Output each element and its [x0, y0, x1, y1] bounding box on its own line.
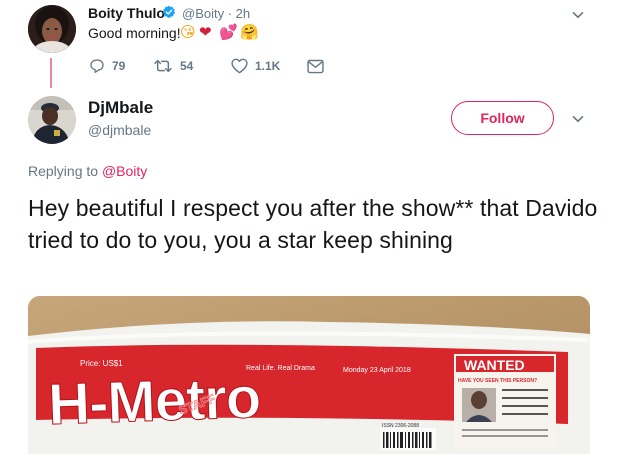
parent-tweet-text: Good morning! — [88, 25, 181, 41]
retweet-action[interactable]: 54 — [153, 58, 231, 74]
parent-action-bar: 79 54 1.1K — [89, 56, 331, 76]
wanted-title: WANTED — [464, 357, 525, 373]
reply-count: 79 — [112, 59, 126, 73]
like-count: 1.1K — [255, 59, 281, 73]
parent-author-name[interactable]: Boity Thulo — [88, 5, 165, 21]
heart-emoji: ❤ — [199, 23, 212, 41]
djmbale-avatar[interactable] — [28, 96, 76, 144]
issn-label: ISSN 2306-2088 — [382, 423, 419, 429]
follow-button[interactable]: Follow — [451, 101, 554, 135]
reply-action[interactable]: 79 — [89, 58, 153, 74]
verified-badge-icon — [162, 5, 176, 19]
thread-connector-line — [50, 58, 52, 88]
two-hearts-emoji: 💕 — [219, 23, 238, 41]
reply-icon — [90, 59, 104, 73]
direct-message-action[interactable] — [307, 59, 331, 74]
retweet-count: 54 — [180, 59, 194, 73]
parent-author-handle[interactable]: @Boity · 2h — [182, 6, 250, 21]
masthead-text: H-Metro — [47, 365, 261, 437]
kiss-emoji: 😘 — [180, 23, 196, 41]
replying-to-mention-link[interactable]: @Boity — [102, 163, 147, 179]
tagline-label: Real Life. Real Drama — [246, 365, 315, 372]
wanted-subtitle: HAVE YOU SEEN THIS PERSON? — [458, 378, 537, 384]
price-label: Price: US$1 — [80, 359, 123, 368]
replying-to-label: Replying to — [28, 163, 102, 179]
reply-author-handle[interactable]: @djmbale — [88, 122, 151, 138]
parent-menu-chevron-down-icon[interactable] — [572, 8, 584, 20]
like-action[interactable]: 1.1K — [231, 58, 307, 74]
reply-tweet-text: Hey beautiful I respect you after the sh… — [28, 195, 598, 253]
tweet-media-image[interactable]: H-Metro Price: US$1 Real Life. Real Dram… — [28, 296, 590, 454]
envelope-icon — [307, 59, 324, 73]
retweet-icon — [154, 59, 172, 73]
reply-menu-chevron-down-icon[interactable] — [572, 112, 584, 124]
reply-author-name[interactable]: DjMbale — [88, 98, 153, 118]
heart-icon — [231, 58, 248, 74]
hugging-face-emoji: 🤗 — [240, 23, 259, 41]
date-label: Monday 23 April 2018 — [343, 367, 411, 374]
boity-avatar[interactable] — [28, 5, 76, 53]
replying-to-line: Replying to @Boity — [28, 163, 147, 179]
